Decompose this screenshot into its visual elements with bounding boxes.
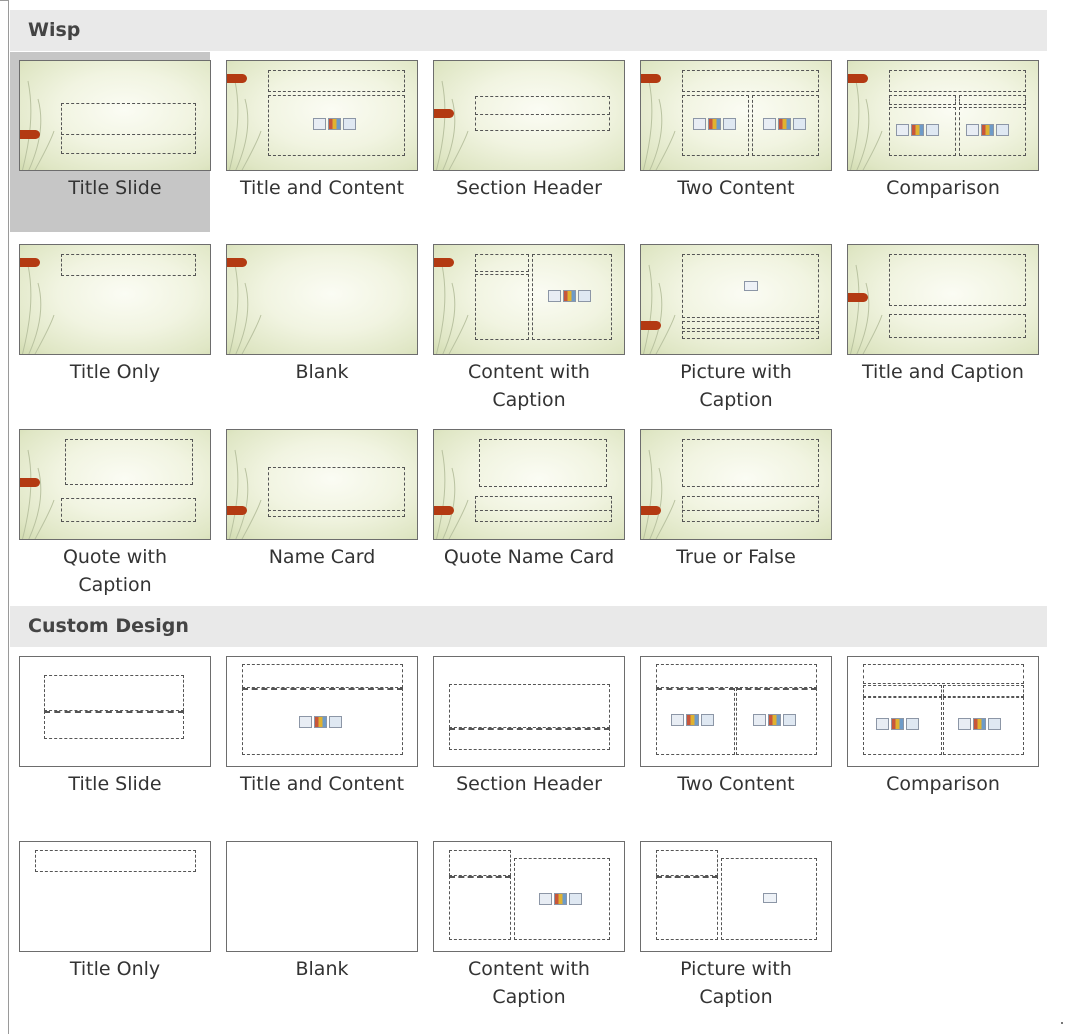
- layout-tile-wisp-quote-name-card[interactable]: Quote Name Card: [424, 421, 625, 601]
- thumbnail: [640, 656, 832, 767]
- layout-tile-wisp-blank[interactable]: Blank: [217, 236, 418, 416]
- resize-grip-icon[interactable]: [1061, 1022, 1063, 1024]
- layout-tile-custom-section-header[interactable]: Section Header: [424, 648, 625, 828]
- thumbnail: [226, 60, 418, 171]
- thumbnail: [847, 656, 1039, 767]
- thumbnail: [19, 429, 211, 540]
- thumbnail: [433, 244, 625, 355]
- layout-label: Title and Caption: [862, 361, 1024, 383]
- layout-label: Quote with Caption: [62, 546, 168, 596]
- layout-tile-custom-content-with-caption[interactable]: Content with Caption: [424, 833, 625, 1013]
- thumbnail: [226, 244, 418, 355]
- layout-gallery: Wisp Title Slide Title and Content Secti…: [8, 0, 1069, 1034]
- thumbnail: [433, 841, 625, 952]
- thumbnail: [433, 429, 625, 540]
- thumbnail: [226, 656, 418, 767]
- layout-label: Title and Content: [239, 177, 405, 199]
- thumbnail: [226, 429, 418, 540]
- layout-tile-custom-title-only[interactable]: Title Only: [10, 833, 211, 1013]
- layout-label: Name Card: [268, 546, 376, 568]
- layout-label: Quote Name Card: [443, 546, 615, 568]
- layout-tile-wisp-two-content[interactable]: Two Content: [631, 52, 832, 232]
- thumbnail: [847, 60, 1039, 171]
- thumbnail: [19, 656, 211, 767]
- thumbnail: [433, 60, 625, 171]
- layout-label: Blank: [295, 361, 349, 383]
- thumbnail: [640, 60, 832, 171]
- layout-tile-custom-blank[interactable]: Blank: [217, 833, 418, 1013]
- layout-tile-wisp-picture-with-caption[interactable]: Picture with Caption: [631, 236, 832, 416]
- layout-label: Title Slide: [68, 177, 162, 199]
- thumbnail: [19, 244, 211, 355]
- layout-label: Comparison: [886, 773, 1000, 795]
- layout-tile-wisp-section-header[interactable]: Section Header: [424, 52, 625, 232]
- thumbnail: [19, 841, 211, 952]
- layout-tile-wisp-true-or-false[interactable]: True or False: [631, 421, 832, 601]
- thumbnail: [640, 244, 832, 355]
- layout-tile-wisp-title-and-content[interactable]: Title and Content: [217, 52, 418, 232]
- layout-tile-wisp-title-and-caption[interactable]: Title and Caption: [838, 236, 1039, 416]
- layout-label: Section Header: [456, 773, 602, 795]
- layout-label: Picture with Caption: [680, 958, 792, 1008]
- layout-tile-wisp-quote-with-caption[interactable]: Quote with Caption: [10, 421, 211, 601]
- layout-label: Two Content: [677, 773, 795, 795]
- layout-tile-custom-picture-with-caption[interactable]: Picture with Caption: [631, 833, 832, 1013]
- layout-label: Title Only: [69, 361, 161, 383]
- section-header-wisp: Wisp: [10, 10, 1047, 51]
- thumbnail: [640, 429, 832, 540]
- layout-tile-wisp-content-with-caption[interactable]: Content with Caption: [424, 236, 625, 416]
- thumbnail: [640, 841, 832, 952]
- layout-tile-custom-comparison[interactable]: Comparison: [838, 648, 1039, 828]
- layout-tile-wisp-name-card[interactable]: Name Card: [217, 421, 418, 601]
- layout-label: Blank: [295, 958, 349, 980]
- layout-label: Content with Caption: [468, 958, 590, 1008]
- layout-tile-wisp-title-slide[interactable]: Title Slide: [10, 52, 211, 232]
- section-header-custom-design: Custom Design: [10, 606, 1047, 647]
- layout-tile-wisp-title-only[interactable]: Title Only: [10, 236, 211, 416]
- layout-tile-custom-title-and-content[interactable]: Title and Content: [217, 648, 418, 828]
- layout-label: Picture with Caption: [680, 361, 792, 411]
- thumbnail: [433, 656, 625, 767]
- layout-label: Title and Content: [239, 773, 405, 795]
- layout-label: Comparison: [886, 177, 1000, 199]
- layout-tile-custom-two-content[interactable]: Two Content: [631, 648, 832, 828]
- thumbnail: [226, 841, 418, 952]
- thumbnail: [19, 60, 211, 171]
- layout-label: Content with Caption: [468, 361, 590, 411]
- layout-tile-wisp-comparison[interactable]: Comparison: [838, 52, 1039, 232]
- layout-label: Title Slide: [68, 773, 162, 795]
- layout-label: Title Only: [69, 958, 161, 980]
- layout-label: Section Header: [456, 177, 602, 199]
- thumbnail: [847, 244, 1039, 355]
- wisp-grass-decoration: [228, 264, 262, 354]
- layout-tile-custom-title-slide[interactable]: Title Slide: [10, 648, 211, 828]
- layout-label: True or False: [676, 546, 796, 568]
- layout-label: Two Content: [677, 177, 795, 199]
